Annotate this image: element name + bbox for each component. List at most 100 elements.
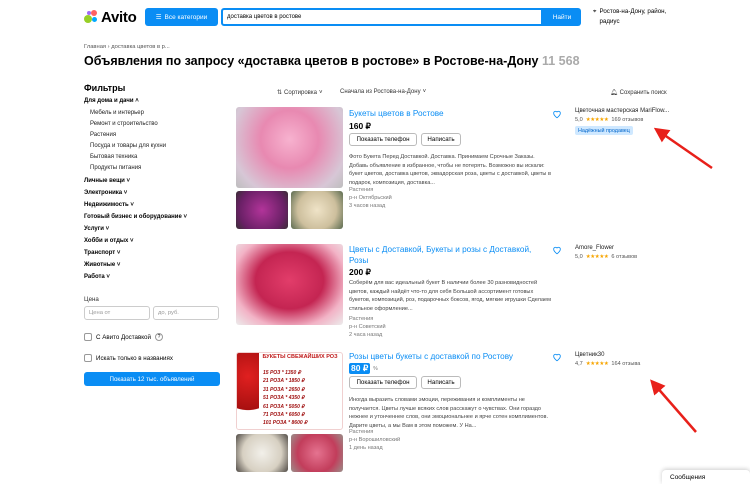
rose-decoration — [237, 353, 259, 429]
filter-cat[interactable]: Личные вещи ˅ — [84, 178, 130, 184]
poster-line: 51 РОЗА * 4350 ₽ — [263, 395, 305, 402]
rating-stars: ★★★★★ — [585, 254, 609, 260]
titles-only-checkbox[interactable]: Искать только в названиях — [84, 354, 173, 362]
listing-price: 80 ₽ — [349, 363, 371, 374]
filter-cat[interactable]: Готовый бизнес и оборудование ˅ — [84, 214, 187, 220]
listing-price: 160 ₽ — [349, 121, 371, 131]
listing-price-row: 80 ₽ % — [349, 363, 378, 374]
favorite-heart-icon[interactable] — [552, 352, 562, 362]
favorite-heart-icon[interactable] — [552, 109, 562, 119]
listing-title[interactable]: Цветы с Доставкой, Букеты и розы с Доста… — [349, 244, 547, 266]
search-input[interactable]: доставка цветов в ростове — [221, 8, 543, 26]
location-selector[interactable]: ⌖ Ростов-на-Дону, район, радиус — [593, 7, 685, 27]
poster-line: 71 РОЗА * 6050 ₽ — [263, 412, 305, 419]
find-button[interactable]: Найти — [543, 8, 581, 26]
rating-value: 5,0 — [575, 254, 583, 260]
discount-badge: % — [373, 365, 378, 372]
seller-name[interactable]: Цветочная мастерская МariFlow... — [575, 108, 669, 114]
results-count: 11 568 — [542, 54, 580, 68]
filter-subcat[interactable]: Посуда и товары для кухни — [90, 143, 166, 149]
filter-subcat[interactable]: Мебель и интерьер — [90, 110, 144, 116]
avito-logo[interactable]: Avito — [84, 8, 137, 26]
price-to-input[interactable]: до, руб. — [153, 306, 219, 320]
filter-cat[interactable]: Услуги ˅ — [84, 226, 109, 232]
reviews-count[interactable]: 169 отзывов — [611, 117, 643, 123]
poster-line: 21 РОЗА * 1850 ₽ — [263, 378, 305, 385]
near-label: Сначала из Ростова-на-Дону — [340, 89, 421, 95]
listing-description: Фото Букета Перед Доставкой. Доставка. П… — [349, 154, 551, 186]
breadcrumb[interactable]: Главная › доставка цветов в р... — [84, 44, 170, 50]
listing-price: 200 ₽ — [349, 267, 371, 277]
rating-value: 5,0 — [575, 117, 583, 123]
annotation-arrow — [653, 127, 713, 170]
listing-thumb-image[interactable] — [291, 191, 343, 229]
seller-name[interactable]: Amore_Flower — [575, 245, 614, 251]
filter-cat-home-garden[interactable]: Для дома и дачи ˄ — [84, 98, 139, 104]
filter-cat[interactable]: Недвижимость ˅ — [84, 202, 134, 208]
help-icon[interactable]: ? — [154, 333, 163, 341]
listing-district: р-н Ворошиловский — [349, 437, 401, 443]
checkbox-box[interactable] — [84, 354, 92, 362]
avito-delivery-checkbox[interactable]: С Авито Доставкой ? — [84, 333, 163, 341]
cat-label: Для дома и дачи — [84, 98, 134, 104]
show-phone-button[interactable]: Показать телефон — [349, 376, 417, 389]
filter-subcat[interactable]: Ремонт и строительство — [90, 121, 158, 127]
listing-meta: Растения р-н Ворошиловский 1 день назад — [349, 428, 400, 452]
price-from-input[interactable]: Цена от — [84, 306, 150, 320]
cat-label: Животные — [84, 262, 116, 268]
location-pin-icon: ⌖ — [593, 8, 597, 15]
sort-icon: ⇅ — [277, 90, 283, 96]
listing-category: Растения — [349, 429, 374, 435]
page-title: Объявления по запросу «доставка цветов в… — [84, 54, 580, 68]
search-value: доставка цветов в ростове — [227, 14, 302, 20]
filter-cat[interactable]: Животные ˅ — [84, 262, 120, 268]
filter-cat[interactable]: Работа ˅ — [84, 274, 110, 280]
poster-line: 101 РОЗА * 8600 ₽ — [263, 420, 308, 427]
save-search-button[interactable]: 🔔︎ Сохранить поиск — [610, 89, 667, 97]
listing-title[interactable]: Розы цветы букеты с доставкой по Ростову — [349, 351, 547, 362]
checkbox-label: С Авито Доставкой — [96, 333, 151, 341]
poster-line: 61 РОЗА * 5050 ₽ — [263, 403, 305, 410]
listing-category: Растения — [349, 187, 374, 193]
sort-dropdown[interactable]: ⇅ Сортировка ˅ — [277, 89, 322, 97]
filter-cat[interactable]: Транспорт ˅ — [84, 250, 120, 256]
save-search-label: Сохранить поиск — [619, 89, 667, 96]
grid-icon: ☰ — [155, 14, 162, 21]
sort-label: Сортировка — [284, 89, 317, 96]
write-button[interactable]: Написать — [421, 376, 461, 389]
write-button[interactable]: Написать — [421, 133, 461, 146]
seller-rating: 5,0 ★★★★★ 6 отзывов — [575, 254, 637, 260]
listing-main-image[interactable]: БУКЕТЫ СВЕЖАЙШИХ РОЗ 15 РОЗ * 1350 ₽ 21 … — [236, 352, 343, 430]
listing-main-image[interactable] — [236, 244, 343, 325]
reviews-count[interactable]: 6 отзывов — [611, 254, 637, 260]
seller-name[interactable]: Цветник30 — [575, 352, 604, 358]
listing-main-image[interactable] — [236, 107, 343, 188]
listing-thumb-image[interactable] — [236, 191, 288, 229]
cat-label: Услуги — [84, 226, 104, 232]
poster-line: 31 РОЗА * 2650 ₽ — [263, 386, 305, 393]
listing-category: Растения — [349, 316, 374, 322]
filter-subcat[interactable]: Бытовая техника — [90, 154, 137, 160]
listing-time: 1 день назад — [349, 445, 383, 451]
reviews-count[interactable]: 164 отзыва — [611, 361, 640, 367]
page-title-text: Объявления по запросу «доставка цветов в… — [84, 54, 539, 68]
filter-subcat[interactable]: Продукты питания — [90, 165, 141, 171]
listing-title[interactable]: Букеты цветов в Ростове — [349, 108, 547, 119]
listing-thumb-image[interactable] — [236, 434, 288, 472]
favorite-heart-icon[interactable] — [552, 245, 562, 255]
price-label: Цена — [84, 296, 99, 303]
cat-label: Готовый бизнес и оборудование — [84, 214, 182, 220]
listing-thumb-image[interactable] — [291, 434, 343, 472]
checkbox-box[interactable] — [84, 333, 92, 341]
all-categories-button[interactable]: ☰ Все категории — [145, 8, 218, 26]
show-results-button[interactable]: Показать 12 тыс. объявлений — [84, 372, 220, 386]
listing-description: Соберём для вас идеальный букет В наличи… — [349, 280, 552, 312]
near-first-toggle[interactable]: Сначала из Ростова-на-Дону ˅ — [340, 89, 426, 95]
filter-cat[interactable]: Хобби и отдых ˅ — [84, 238, 134, 244]
poster-title: БУКЕТЫ СВЕЖАЙШИХ РОЗ — [262, 354, 338, 360]
filter-subcat[interactable]: Растения — [90, 132, 116, 138]
listing-description: Иногда выразить словами эмоции, пережива… — [349, 397, 549, 429]
show-phone-button[interactable]: Показать телефон — [349, 133, 417, 146]
filter-cat[interactable]: Электроника ˅ — [84, 190, 127, 196]
avito-logo-icon — [84, 10, 98, 24]
